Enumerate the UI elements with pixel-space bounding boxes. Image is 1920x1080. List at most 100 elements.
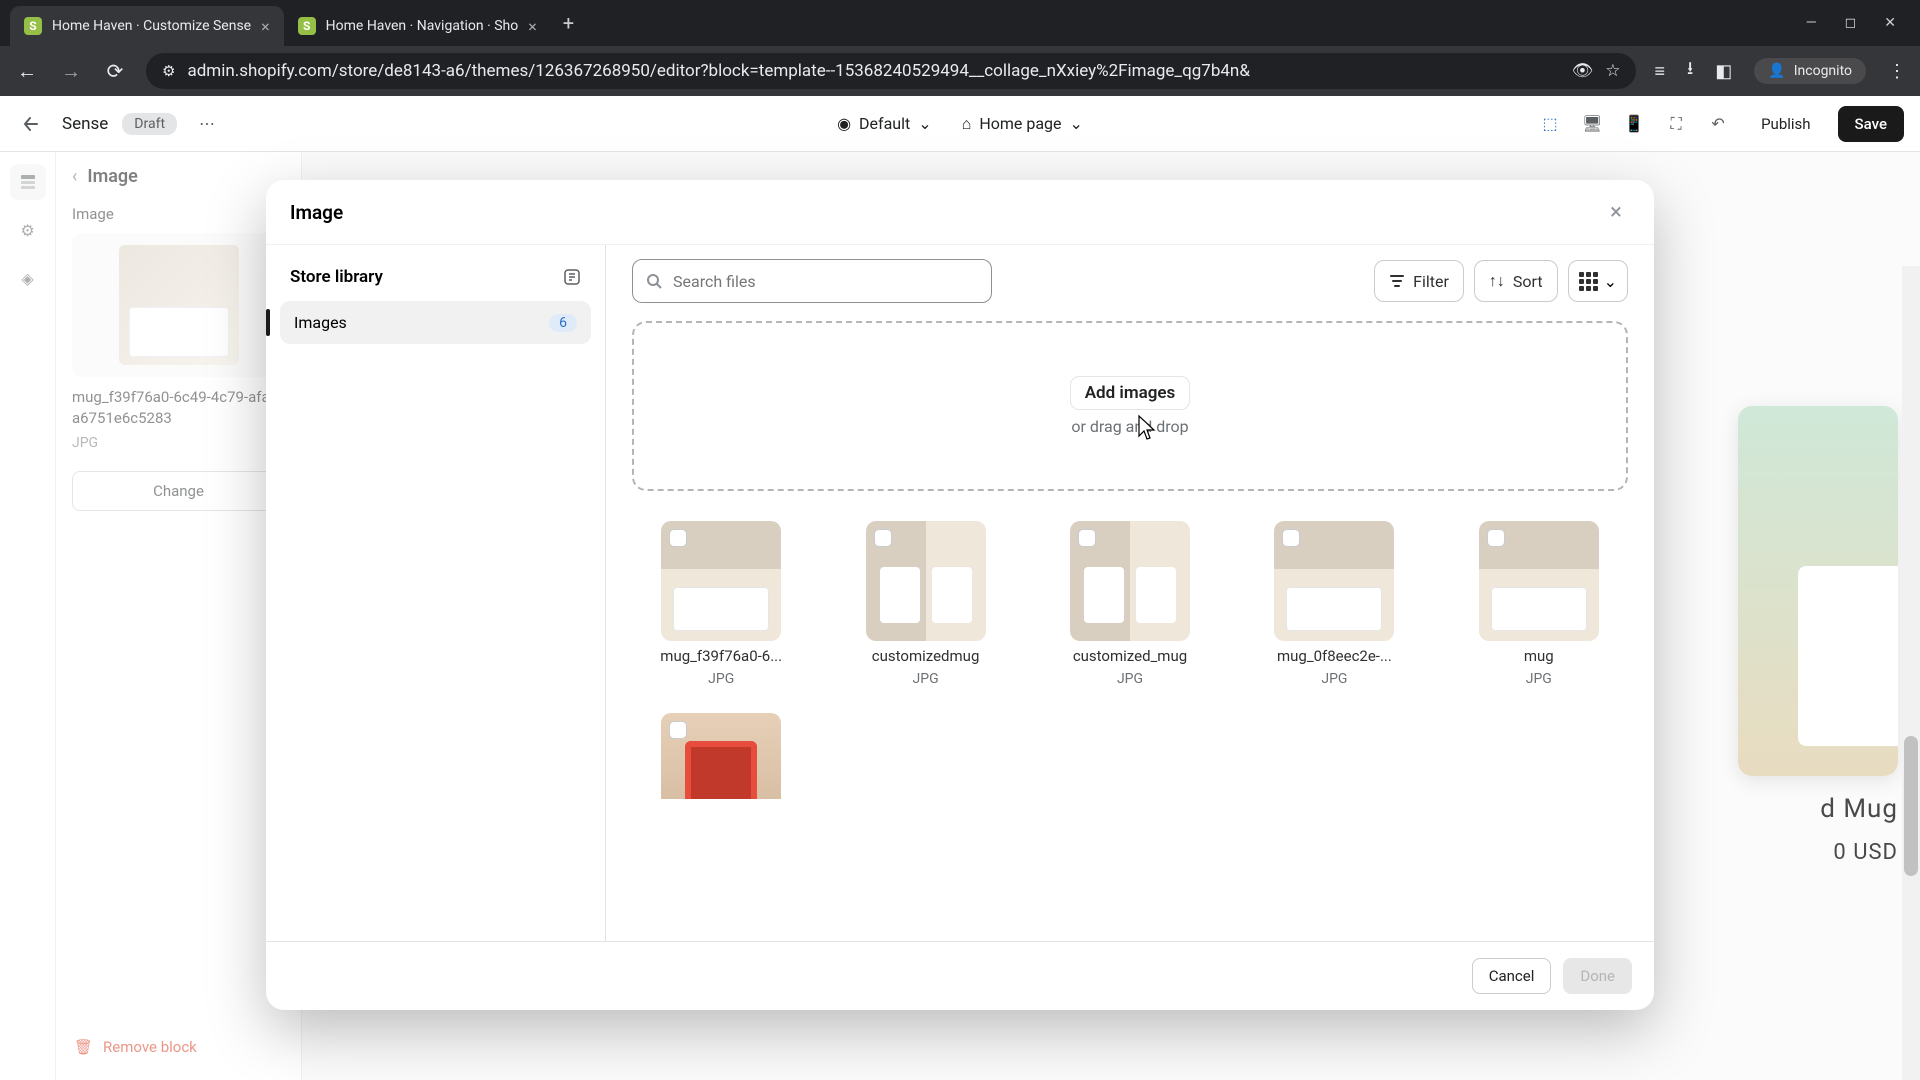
exit-editor-icon[interactable] xyxy=(16,108,48,140)
search-input[interactable] xyxy=(632,259,992,303)
done-button: Done xyxy=(1563,958,1632,994)
file-item[interactable]: customized_mug JPG xyxy=(1041,521,1219,687)
sort-icon: ↑↓ xyxy=(1489,271,1505,291)
sidebar-header: Store library xyxy=(280,263,591,301)
close-window-icon[interactable]: ✕ xyxy=(1884,15,1896,31)
download-icon[interactable]: ⭳ xyxy=(1687,56,1693,86)
theme-name: Sense xyxy=(62,114,108,134)
modal-body: Store library Images 6 xyxy=(266,244,1654,941)
file-thumbnail[interactable] xyxy=(1070,521,1190,641)
tab-title: Home Haven · Navigation · Sho xyxy=(326,18,519,34)
search-field[interactable] xyxy=(673,272,979,291)
dropzone[interactable]: Add images or drag and drop xyxy=(632,321,1628,491)
file-ext: JPG xyxy=(1117,671,1143,687)
chevron-down-icon: ⌄ xyxy=(918,114,931,133)
back-icon[interactable]: ← xyxy=(14,59,40,84)
file-thumbnail[interactable] xyxy=(1479,521,1599,641)
tab-title: Home Haven · Customize Sense xyxy=(52,18,251,34)
page-selector[interactable]: ⌂ Home page ⌄ xyxy=(962,114,1083,134)
file-item[interactable]: customizedmug JPG xyxy=(836,521,1014,687)
file-item[interactable]: mug JPG xyxy=(1450,521,1628,687)
file-name: customized_mug xyxy=(1073,647,1187,665)
file-thumbnail[interactable] xyxy=(1274,521,1394,641)
fullscreen-icon[interactable]: ⛶ xyxy=(1660,108,1692,140)
image-picker-modal: Image × Store library Images 6 xyxy=(266,180,1654,1010)
star-icon[interactable]: ☆ xyxy=(1605,61,1620,81)
close-icon[interactable]: × xyxy=(261,17,270,36)
address-bar: ← → ⟳ ⚙ admin.shopify.com/store/de8143-a… xyxy=(0,46,1920,96)
file-name: customizedmug xyxy=(872,647,980,665)
reload-icon[interactable]: ⟳ xyxy=(102,59,128,83)
more-icon[interactable]: ⋯ xyxy=(191,108,223,140)
publish-button[interactable]: Publish xyxy=(1744,106,1827,142)
generate-icon[interactable] xyxy=(563,268,581,286)
close-icon[interactable]: × xyxy=(1602,198,1630,226)
minimize-icon[interactable]: ― xyxy=(1806,15,1817,31)
inspector-icon[interactable]: ⬚ xyxy=(1534,108,1566,140)
save-button[interactable]: Save xyxy=(1838,106,1904,142)
modal-sidebar: Store library Images 6 xyxy=(266,245,606,941)
file-thumbnail[interactable] xyxy=(866,521,986,641)
checkbox[interactable] xyxy=(669,529,687,547)
shopify-editor: Sense Draft ⋯ ◉ Default ⌄ ⌂ Home page ⌄ … xyxy=(0,96,1920,1080)
viewport-selector[interactable]: ◉ Default ⌄ xyxy=(837,114,932,133)
file-name: mug xyxy=(1524,647,1554,665)
add-images-button[interactable]: Add images xyxy=(1071,377,1190,409)
checkbox[interactable] xyxy=(1078,529,1096,547)
extensions-icon[interactable]: ≡ xyxy=(1654,61,1665,82)
topbar-right: ⬚ 🖥 📱 ⛶ ↶ Publish Save xyxy=(1534,106,1904,142)
sort-button[interactable]: ↑↓ Sort xyxy=(1474,260,1558,302)
close-icon[interactable]: × xyxy=(528,17,537,36)
new-tab-button[interactable]: + xyxy=(551,11,586,35)
mobile-preview-icon[interactable]: 📱 xyxy=(1618,108,1650,140)
file-item[interactable]: mug_0f8eec2e-... JPG xyxy=(1245,521,1423,687)
url-input[interactable]: ⚙ admin.shopify.com/store/de8143-a6/them… xyxy=(146,53,1636,89)
editor-topbar: Sense Draft ⋯ ◉ Default ⌄ ⌂ Home page ⌄ … xyxy=(0,96,1920,152)
browser-tab-1[interactable]: S Home Haven · Customize Sense × xyxy=(10,6,284,46)
view-toggle[interactable]: ⌄ xyxy=(1568,260,1628,302)
incognito-label: Incognito xyxy=(1794,63,1852,79)
sidebar-item-label: Images xyxy=(294,313,347,332)
maximize-icon[interactable]: ◻ xyxy=(1845,15,1857,31)
sidebar-item-images[interactable]: Images 6 xyxy=(280,301,591,344)
topbar-center: ◉ Default ⌄ ⌂ Home page ⌄ xyxy=(837,114,1083,134)
file-item[interactable]: mug_f39f76a0-6... JPG xyxy=(632,521,810,687)
file-name: mug_f39f76a0-6... xyxy=(660,647,782,665)
modal-main: Filter ↑↓ Sort ⌄ xyxy=(606,245,1654,941)
checkbox[interactable] xyxy=(1282,529,1300,547)
browser-chrome: S Home Haven · Customize Sense × S Home … xyxy=(0,0,1920,96)
draft-badge: Draft xyxy=(122,113,177,135)
file-grid: mug_f39f76a0-6... JPG customizedmug JPG … xyxy=(632,521,1628,687)
home-icon: ⌂ xyxy=(962,114,972,134)
checkbox[interactable] xyxy=(1487,529,1505,547)
dropzone-hint: or drag and drop xyxy=(1071,417,1188,436)
search-icon xyxy=(645,272,663,290)
file-thumbnail[interactable] xyxy=(661,521,781,641)
undo-icon[interactable]: ↶ xyxy=(1702,108,1734,140)
window-controls: ― ◻ ✕ xyxy=(1806,15,1910,31)
desktop-icon: ◉ xyxy=(837,114,851,133)
menu-icon[interactable]: ⋮ xyxy=(1888,61,1906,82)
file-ext: JPG xyxy=(1321,671,1347,687)
file-thumbnail[interactable] xyxy=(661,713,781,799)
checkbox[interactable] xyxy=(874,529,892,547)
eye-off-icon[interactable]: 👁 xyxy=(1572,61,1594,81)
incognito-icon: 👤 xyxy=(1768,63,1785,79)
filter-icon xyxy=(1389,273,1405,289)
tab-bar: S Home Haven · Customize Sense × S Home … xyxy=(0,0,1920,46)
modal-title: Image xyxy=(290,201,343,224)
modal-toolbar: Filter ↑↓ Sort ⌄ xyxy=(632,259,1628,303)
cancel-button[interactable]: Cancel xyxy=(1472,958,1552,994)
file-ext: JPG xyxy=(708,671,734,687)
browser-tab-2[interactable]: S Home Haven · Navigation · Sho × xyxy=(284,6,551,46)
incognito-badge[interactable]: 👤 Incognito xyxy=(1754,58,1866,84)
side-panel-icon[interactable]: ◧ xyxy=(1715,61,1732,82)
desktop-preview-icon[interactable]: 🖥 xyxy=(1576,108,1608,140)
sidebar-title: Store library xyxy=(290,267,383,287)
filter-button[interactable]: Filter xyxy=(1374,260,1464,302)
file-item[interactable] xyxy=(632,713,810,799)
file-grid-row2 xyxy=(632,713,1628,799)
site-settings-icon[interactable]: ⚙ xyxy=(162,62,175,80)
tool-group: Filter ↑↓ Sort ⌄ xyxy=(1374,260,1628,302)
checkbox[interactable] xyxy=(669,721,687,739)
